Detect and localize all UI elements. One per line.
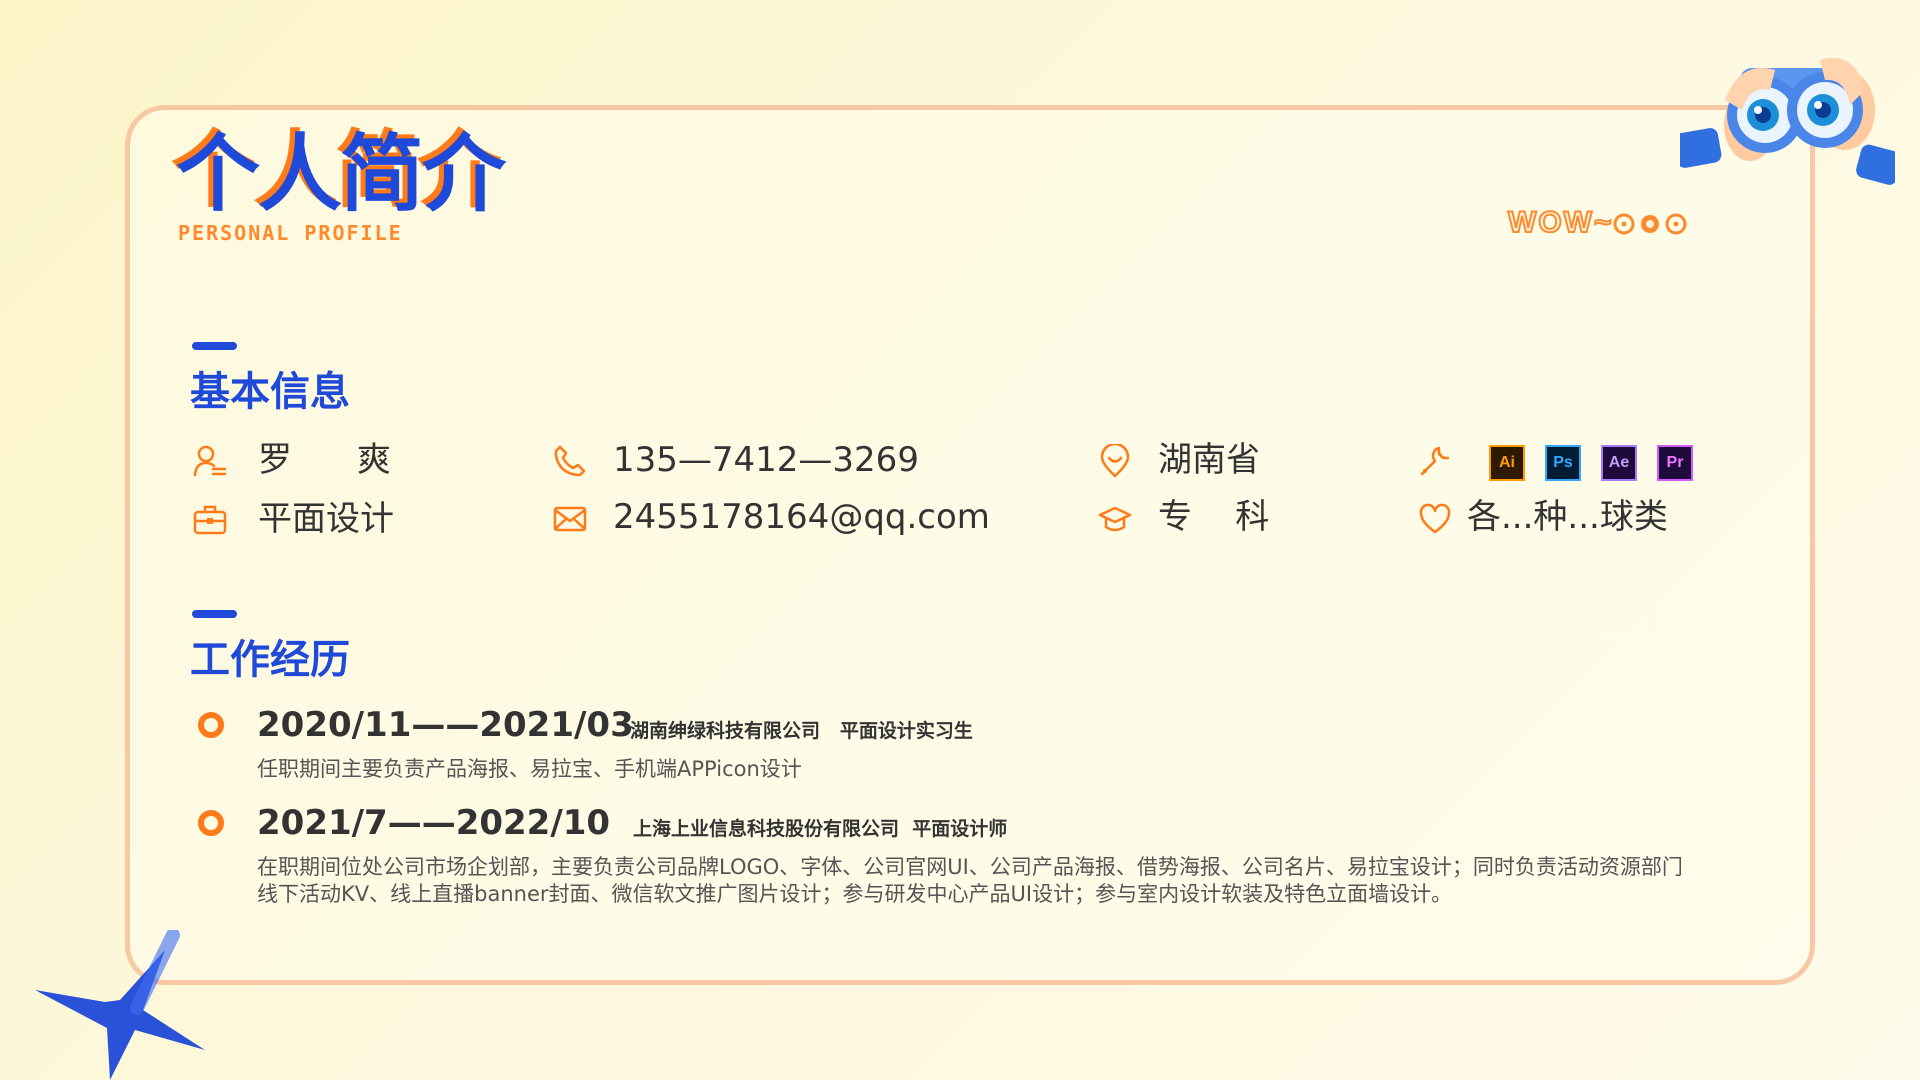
name-value: 罗 爽 [258, 440, 391, 480]
job-2-company: 上海上业信息科技股份有限公司 平面设计师 [633, 818, 1008, 840]
software-pr-badge: Pr [1657, 445, 1693, 481]
basic-info-heading: 基本信息 [190, 369, 350, 415]
page-title: 个人简介 [176, 125, 506, 223]
page-subtitle: PERSONAL PROFILE [178, 221, 403, 245]
wow-circles-icon [1613, 213, 1687, 235]
job-1-description: 任职期间主要负责产品海报、易拉宝、手机端APPicon设计 [257, 757, 802, 781]
wrench-icon [1420, 446, 1450, 476]
wow-text: WOW~ [1507, 205, 1614, 240]
star-decoration [35, 930, 205, 1080]
phone-value: 135—7412—3269 [613, 440, 919, 480]
education-value: 专 科 [1158, 497, 1270, 537]
mail-icon [553, 506, 587, 532]
location-value: 湖南省 [1158, 440, 1260, 480]
software-ps-badge: Ps [1545, 445, 1581, 481]
timeline-bullet [198, 712, 224, 738]
briefcase-icon [193, 505, 227, 535]
section-marker-work [192, 610, 237, 618]
work-heading: 工作经历 [190, 637, 350, 683]
email-value: 2455178164@qq.com [613, 497, 990, 537]
job-2-period: 2021/7——2022/10 [257, 803, 611, 843]
timeline-bullet [198, 810, 224, 836]
job-2-description: 在职期间位处公司市场企划部，主要负责公司品牌LOGO、字体、公司官网UI、公司产… [257, 855, 1683, 906]
occupation-value: 平面设计 [258, 499, 394, 539]
user-icon [193, 445, 227, 477]
section-marker-basic [192, 342, 237, 350]
job-1-company: 湖南绅绿科技有限公司 平面设计实习生 [630, 720, 973, 742]
heart-icon [1419, 503, 1451, 534]
software-ai-badge: Ai [1489, 445, 1525, 481]
software-ae-badge: Ae [1601, 445, 1637, 481]
job-1-period: 2020/11——2021/03 [257, 705, 634, 745]
graduation-cap-icon [1098, 506, 1132, 532]
binoculars-illustration [1680, 58, 1895, 185]
phone-icon [554, 445, 586, 477]
location-icon [1100, 444, 1130, 478]
hobby-value: 各...种...球类 [1467, 497, 1668, 537]
